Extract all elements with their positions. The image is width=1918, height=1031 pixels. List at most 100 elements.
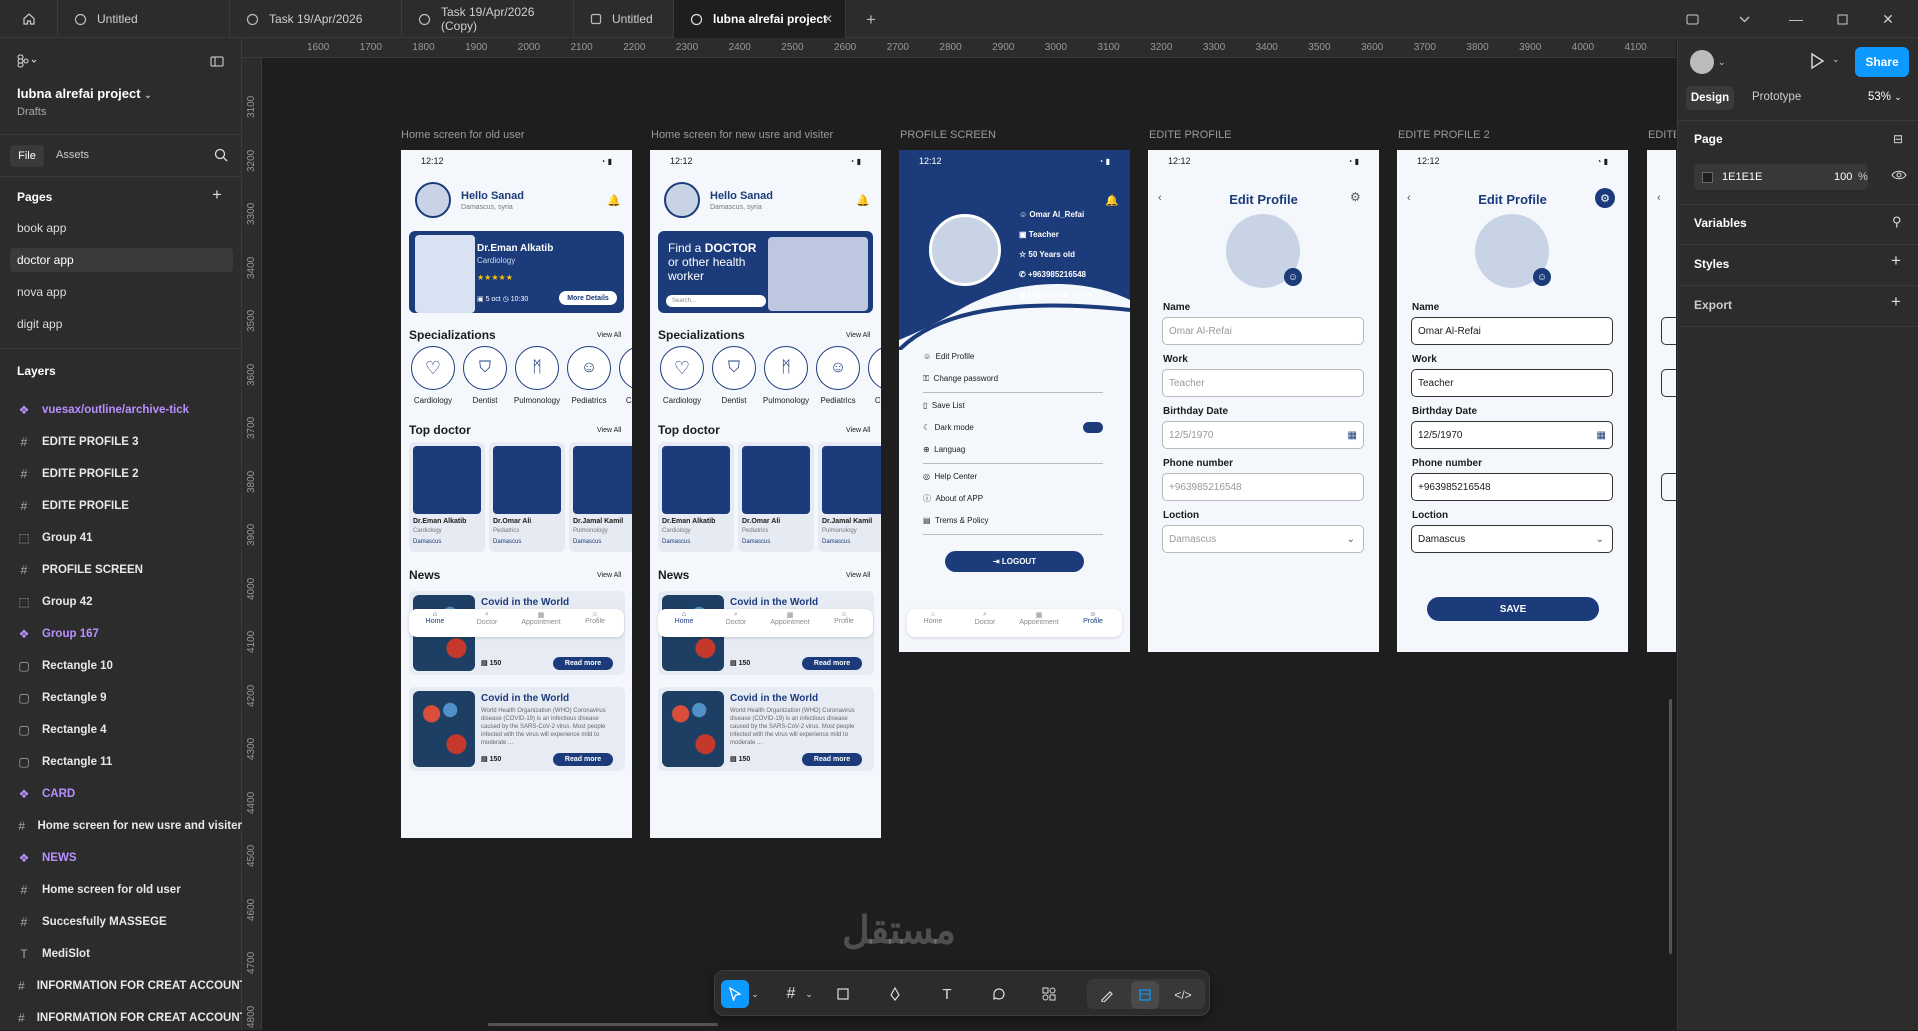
tab-untitled-1[interactable]: Untitled (58, 0, 230, 38)
spec-pediatrics[interactable]: ☺ (567, 346, 611, 390)
view-all-link[interactable]: View All (597, 572, 621, 579)
nav-home[interactable]: ⌂ Home (662, 611, 706, 625)
menu-save-list[interactable]: ▯ Save List (923, 392, 1103, 417)
dark-mode-toggle[interactable] (1083, 422, 1103, 433)
layer-item[interactable]: # EDITE PROFILE 2 (0, 461, 242, 487)
frame-tool-icon[interactable]: # (777, 980, 805, 1008)
layer-item[interactable]: ❖ vuesax/outline/archive-tick (0, 397, 242, 423)
tab-design[interactable]: Design (1686, 86, 1734, 110)
home-button[interactable] (0, 0, 58, 38)
layer-item[interactable]: # PROFILE SCREEN (0, 557, 242, 583)
spec-dentist[interactable]: ⛉ (463, 346, 507, 390)
location-select[interactable]: Damascus ⌄ (1162, 525, 1364, 553)
nav-appointment[interactable]: ▦ Appointment (768, 611, 812, 626)
move-tool-button[interactable] (721, 980, 749, 1008)
sidebar-toggle-icon[interactable] (1672, 0, 1712, 38)
frame-edit-profile[interactable]: 12:12 ◔ ▮ ‹ Edit Profile ⚙ ☺ Name Omar Al… (1148, 150, 1379, 652)
menu-help-center[interactable]: ◎ Help Center (923, 463, 1103, 488)
nav-profile[interactable]: ☺ Profile (573, 611, 617, 625)
layer-item[interactable]: # INFORMATION FOR CREAT ACCOUNT (0, 1005, 242, 1031)
spec-dentist[interactable]: ⛉ (712, 346, 756, 390)
canvas[interactable]: Home screen for old user Home screen for… (263, 59, 1676, 1030)
file-tab[interactable]: File (10, 145, 44, 167)
layer-item[interactable]: # Succesfully MASSEGE (0, 909, 242, 935)
layer-item[interactable]: ❖ Group 167 (0, 621, 242, 647)
menu-edit-profile[interactable]: ☺ Edit Profile (923, 346, 1103, 368)
find-doctor-banner[interactable]: Find a DOCTOR or other health worker Searc… (658, 231, 873, 313)
nav-home[interactable]: ⌂ Home (911, 611, 955, 625)
layer-item[interactable]: # Home screen for old user (0, 877, 242, 903)
horizontal-scrollbar[interactable] (488, 1023, 718, 1026)
page-book-app[interactable]: book app (10, 216, 233, 240)
nav-doctor[interactable]: ⌕ Doctor (714, 611, 758, 626)
spec-cardiology[interactable]: ♡ (660, 346, 704, 390)
eye-icon[interactable] (1891, 169, 1907, 181)
layer-item[interactable]: # Home screen for new usre and visiter (0, 813, 242, 839)
read-more-button[interactable]: Read more (802, 657, 862, 670)
chevron-down-icon[interactable]: ⌄ (1832, 54, 1840, 65)
view-all-link[interactable]: View All (846, 332, 870, 339)
close-window-button[interactable]: ✕ (1868, 0, 1908, 38)
layer-item[interactable]: ⬚ Group 42 (0, 589, 242, 615)
layer-item[interactable]: # EDITE PROFILE 3 (0, 429, 242, 455)
page-nova-app[interactable]: nova app (10, 280, 233, 304)
birthday-field[interactable]: 12/5/1970 ▦ (1411, 421, 1613, 449)
nav-doctor[interactable]: ⌕ Doctor (963, 611, 1007, 626)
layer-item[interactable]: ▢ Rectangle 4 (0, 717, 242, 743)
page-opacity-value[interactable]: 100 (1834, 171, 1852, 183)
spec-more[interactable] (619, 346, 632, 390)
frame-edit-profile-2[interactable]: 12:12 ◔ ▮ ‹ Edit Profile ⚙ ☺ Name Omar Al… (1397, 150, 1628, 652)
variables-icon[interactable]: ⚲ (1892, 214, 1902, 230)
doctor-card[interactable]: Dr.Eman Alkatib Cardiology Damascus (409, 442, 485, 552)
spec-cardiology[interactable]: ♡ (411, 346, 455, 390)
pen-tool-icon[interactable] (881, 980, 909, 1008)
view-all-link[interactable]: View All (597, 332, 621, 339)
text-tool-icon[interactable]: T (933, 980, 961, 1008)
page-digit-app[interactable]: digit app (10, 312, 233, 336)
actions-icon[interactable] (1035, 980, 1063, 1008)
page-style-icon[interactable]: ⊟ (1893, 132, 1903, 146)
rectangle-tool-icon[interactable] (829, 980, 857, 1008)
spec-pulmonology[interactable]: ᛗ (764, 346, 808, 390)
chevron-down-icon[interactable]: ⌄ (803, 980, 815, 1008)
new-tab-button[interactable]: + (866, 10, 876, 30)
avatar[interactable] (415, 182, 451, 218)
assets-tab[interactable]: Assets (56, 149, 89, 161)
work-field[interactable]: Teacher (1411, 369, 1613, 397)
tab-untitled-2[interactable]: Untitled (574, 0, 674, 38)
project-name[interactable]: lubna alrefai project ⌄ (17, 86, 152, 101)
edit-photo-icon[interactable]: ☺ (1284, 268, 1302, 286)
nav-appointment[interactable]: ▦ Appointment (519, 611, 563, 626)
tab-lubna-project[interactable]: lubna alrefai project ✕ (674, 0, 846, 38)
doctor-card[interactable]: Dr.Omar Ali Pediatrics Damascus (489, 442, 565, 552)
page-color-value[interactable]: 1E1E1E (1722, 171, 1762, 183)
frame-label[interactable]: PROFILE SCREEN (900, 129, 996, 141)
frame-label[interactable]: EDITE PROFILE 2 (1398, 129, 1490, 141)
more-details-button[interactable]: More Details (559, 291, 617, 305)
draw-mode-icon[interactable] (1093, 981, 1121, 1009)
tab-task-copy[interactable]: Task 19/Apr/2026 (Copy) (402, 0, 574, 38)
main-menu-button[interactable] (17, 54, 39, 68)
spec-pulmonology[interactable]: ᛗ (515, 346, 559, 390)
name-field[interactable]: Omar Al-Refai (1411, 317, 1613, 345)
chevron-down-icon[interactable] (1724, 0, 1764, 38)
layer-item[interactable]: T MediSlot (0, 941, 242, 967)
save-button[interactable]: SAVE (1427, 597, 1599, 621)
frame-edit-profile-3[interactable]: ‹ (1647, 150, 1676, 652)
frame-label[interactable]: EDITE PROFILE (1149, 129, 1232, 141)
location-select[interactable]: Damascus ⌄ (1411, 525, 1613, 553)
spec-pediatrics[interactable]: ☺ (816, 346, 860, 390)
frame-label[interactable]: Home screen for old user (401, 129, 525, 141)
work-field[interactable]: Teacher (1162, 369, 1364, 397)
user-settings-icon[interactable]: ⚙ (1350, 190, 1361, 204)
read-more-button[interactable]: Read more (553, 657, 613, 670)
user-settings-icon[interactable]: ⚙ (1595, 188, 1615, 208)
layer-item[interactable]: ❖ NEWS (0, 845, 242, 871)
nav-doctor[interactable]: ⌕ Doctor (465, 611, 509, 626)
layer-item[interactable]: ⬚ Group 41 (0, 525, 242, 551)
maximize-button[interactable] (1822, 0, 1862, 38)
logout-button[interactable]: ⇥ LOGOUT (945, 551, 1084, 572)
minimize-button[interactable]: — (1776, 0, 1816, 38)
tab-prototype[interactable]: Prototype (1752, 91, 1801, 103)
layer-item[interactable]: ▢ Rectangle 10 (0, 653, 242, 679)
